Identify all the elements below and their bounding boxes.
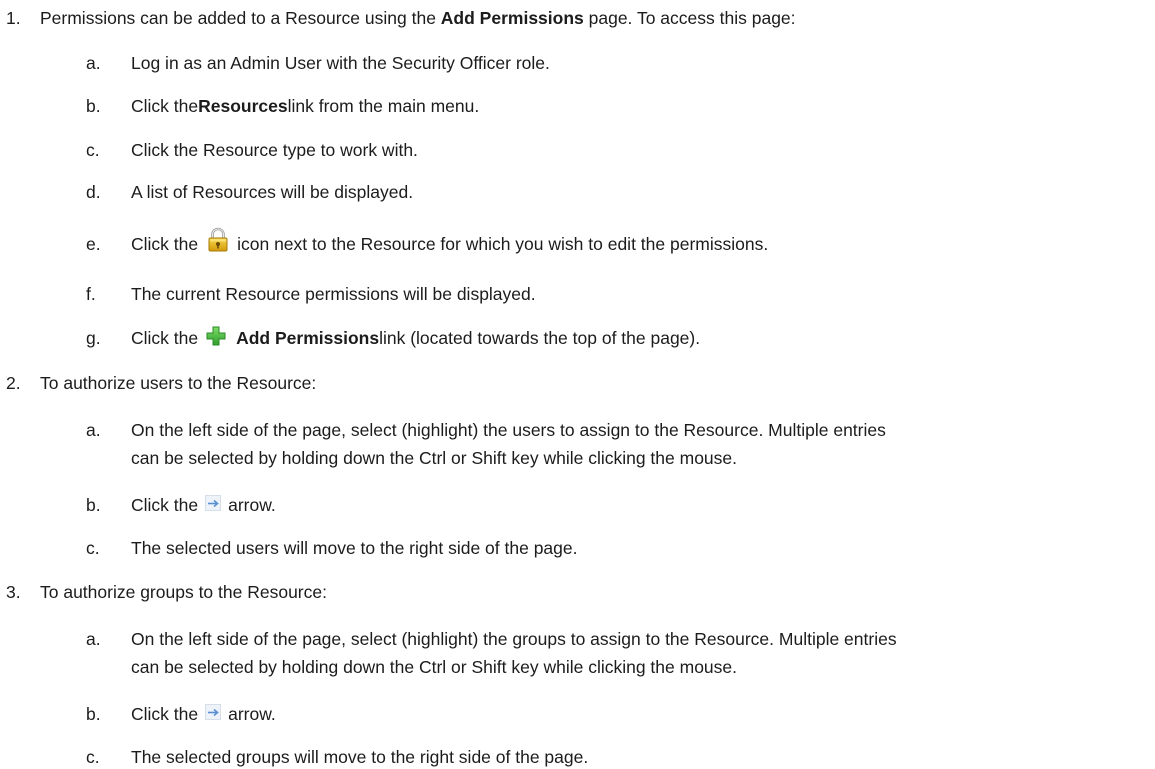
substep-letter: d.: [86, 182, 101, 202]
substep-text: On the left side of the page, select (hi…: [131, 629, 897, 649]
substep-text: Click the arrow.: [131, 702, 276, 726]
step-text: To authorize users to the Resource:: [40, 373, 317, 393]
instructions-document: 1. Permissions can be added to a Resourc…: [0, 0, 1155, 769]
step-text-part: page. To access this page:: [583, 8, 796, 28]
step-text-part: Permissions can be added to a Resource u…: [40, 8, 441, 28]
substep-letter: f.: [86, 284, 96, 304]
substep-letter: b.: [86, 96, 101, 116]
substep-text-continued: can be selected by holding down the Ctrl…: [131, 448, 738, 468]
substep-text: The selected groups will move to the rig…: [131, 747, 589, 767]
text-part: arrow.: [228, 495, 276, 515]
text-part: icon next to the Resource for which you …: [237, 234, 769, 254]
substep-letter: g.: [86, 328, 101, 348]
resources-link-name: Resources: [198, 96, 288, 116]
step-number: 1.: [6, 8, 21, 28]
substep-letter: a.: [86, 629, 101, 649]
text-part: link from the main menu.: [287, 96, 480, 116]
substep-text: A list of Resources will be displayed.: [131, 182, 414, 202]
substep-text-continued: can be selected by holding down the Ctrl…: [131, 657, 738, 677]
substep-letter: a.: [86, 53, 101, 73]
substep-letter: c.: [86, 747, 100, 767]
substep-text: Click the Add Permissions link (located …: [131, 326, 700, 350]
text-part: Click the: [131, 234, 199, 254]
text-part: Click the: [131, 495, 199, 515]
substep-text: Click the Resource type to work with.: [131, 140, 418, 160]
substep-letter: c.: [86, 140, 100, 160]
step-text: To authorize groups to the Resource:: [40, 582, 327, 602]
substep-letter: a.: [86, 420, 101, 440]
step-text: Permissions can be added to a Resource u…: [40, 6, 796, 30]
step-number: 3.: [6, 582, 21, 602]
substep-text: Log in as an Admin User with the Securit…: [131, 53, 550, 73]
add-permissions-link-name: Add Permissions: [236, 328, 380, 348]
right-arrow-icon: [205, 704, 222, 720]
right-arrow-icon: [205, 495, 222, 511]
substep-letter: b.: [86, 495, 101, 515]
text-part: Click the: [131, 328, 199, 348]
substep-letter: c.: [86, 538, 100, 558]
substep-text: On the left side of the page, select (hi…: [131, 420, 886, 440]
substep-text: The selected users will move to the righ…: [131, 538, 578, 558]
lock-icon: [208, 227, 228, 252]
substep-letter: e.: [86, 234, 101, 254]
text-part: Click the: [131, 96, 199, 116]
step-number: 2.: [6, 373, 21, 393]
text-part: arrow.: [228, 704, 276, 724]
substep-text: The current Resource permissions will be…: [131, 284, 536, 304]
text-part: Click the: [131, 704, 199, 724]
text-part: link (located towards the top of the pag…: [379, 328, 701, 348]
substep-text: Click the icon next to the Resource for …: [131, 227, 769, 257]
green-plus-icon: [206, 326, 226, 346]
substep-text: Click the Resources link from the main m…: [131, 94, 479, 118]
substep-letter: b.: [86, 704, 101, 724]
substep-text: Click the arrow.: [131, 493, 276, 517]
add-permissions-page-name: Add Permissions: [440, 8, 584, 28]
